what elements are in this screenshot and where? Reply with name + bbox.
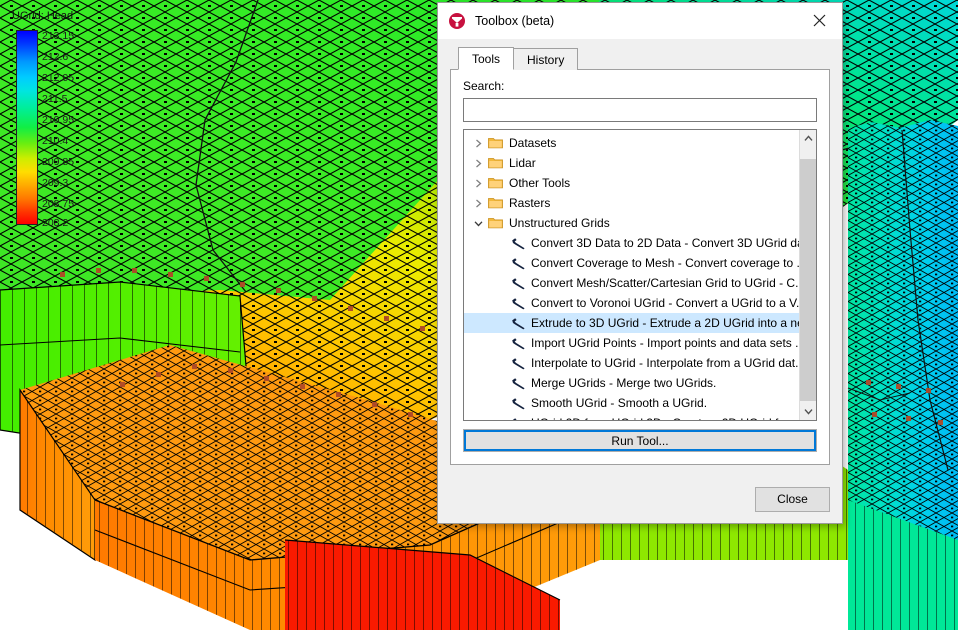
tab-tools[interactable]: Tools [458, 47, 514, 70]
tree-tool-convert-3d-data-to-2d-data[interactable]: Convert 3D Data to 2D Data - Convert 3D … [464, 233, 799, 253]
search-input[interactable] [463, 98, 817, 122]
scrollbar-thumb[interactable] [800, 159, 816, 401]
tree-item-label: Lidar [509, 156, 536, 170]
tree-folder-lidar[interactable]: Lidar [464, 153, 799, 173]
tree-tool-import-ugrid-points[interactable]: Import UGrid Points - Import points and … [464, 333, 799, 353]
run-tool-label: Run Tool... [611, 434, 668, 448]
folder-icon [486, 195, 504, 211]
chevron-right-icon[interactable] [470, 155, 486, 171]
tree-tool-extrude-to-3d-ugrid[interactable]: Extrude to 3D UGrid - Extrude a 2D UGrid… [464, 313, 799, 333]
tools-tab-panel: Search: Datasets [450, 69, 830, 465]
tab-label: History [527, 53, 564, 67]
wrench-icon [509, 335, 527, 351]
tree-item-label: Extrude to 3D UGrid - Extrude a 2D UGrid… [531, 316, 799, 330]
tab-history[interactable]: History [513, 48, 578, 70]
tree-folder-other-tools[interactable]: Other Tools [464, 173, 799, 193]
dialog-body: Tools History Search: [438, 39, 842, 475]
tree-item-label: Convert 3D Data to 2D Data - Convert 3D … [531, 236, 799, 250]
wrench-icon [509, 235, 527, 251]
tree-item-label: Rasters [509, 196, 550, 210]
tree-item-label: UGrid 2D from UGrid 3D - Create a 2D UGr… [531, 416, 799, 420]
tree-tool-smooth-ugrid[interactable]: Smooth UGrid - Smooth a UGrid. [464, 393, 799, 413]
tree-folder-datasets[interactable]: Datasets [464, 133, 799, 153]
toolbox-app-icon [448, 12, 466, 30]
wrench-icon [509, 375, 527, 391]
tree-vertical-scrollbar[interactable] [799, 130, 816, 420]
folder-icon [486, 155, 504, 171]
wrench-icon [509, 275, 527, 291]
search-label: Search: [463, 79, 817, 93]
scroll-up-button[interactable] [800, 130, 816, 147]
run-tool-button[interactable]: Run Tool... [463, 429, 817, 452]
tree-item-label: Import UGrid Points - Import points and … [531, 336, 799, 350]
folder-icon [486, 175, 504, 191]
chevron-right-icon[interactable] [470, 175, 486, 191]
tree-item-label: Convert Coverage to Mesh - Convert cover… [531, 256, 799, 270]
wrench-icon [509, 355, 527, 371]
tree-item-label: Convert to Voronoi UGrid - Convert a UGr… [531, 296, 799, 310]
chevron-right-icon[interactable] [470, 135, 486, 151]
tree-tool-interpolate-to-ugrid[interactable]: Interpolate to UGrid - Interpolate from … [464, 353, 799, 373]
tools-tree[interactable]: Datasets Lidar [464, 130, 799, 420]
close-icon-button[interactable] [798, 6, 840, 36]
scroll-down-button[interactable] [800, 403, 816, 420]
tree-item-label: Interpolate to UGrid - Interpolate from … [531, 356, 799, 370]
dialog-title: Toolbox (beta) [475, 14, 798, 28]
close-button[interactable]: Close [755, 487, 830, 512]
tree-item-label: Convert Mesh/Scatter/Cartesian Grid to U… [531, 276, 799, 290]
tree-tool-ugrid-2d-from-ugrid-3d[interactable]: UGrid 2D from UGrid 3D - Create a 2D UGr… [464, 413, 799, 420]
tree-item-label: Smooth UGrid - Smooth a UGrid. [531, 396, 707, 410]
tree-tool-merge-ugrids[interactable]: Merge UGrids - Merge two UGrids. [464, 373, 799, 393]
wrench-icon [509, 415, 527, 420]
ugrid-right-block [848, 120, 958, 630]
wrench-icon [509, 255, 527, 271]
tree-tool-convert-coverage-to-mesh[interactable]: Convert Coverage to Mesh - Convert cover… [464, 253, 799, 273]
tree-tool-convert-mesh-scatter-cartesian-grid-to-ugrid[interactable]: Convert Mesh/Scatter/Cartesian Grid to U… [464, 273, 799, 293]
tools-tree-container: Datasets Lidar [463, 129, 817, 421]
folder-icon [486, 135, 504, 151]
chevron-down-icon[interactable] [470, 215, 486, 231]
tree-tool-convert-to-voronoi-ugrid[interactable]: Convert to Voronoi UGrid - Convert a UGr… [464, 293, 799, 313]
dialog-footer: Close [438, 475, 842, 523]
tree-folder-rasters[interactable]: Rasters [464, 193, 799, 213]
app-window: UGrid: Head 213.15 212.6 212.05 211.5 21… [0, 0, 958, 630]
wrench-icon [509, 395, 527, 411]
tabstrip: Tools History [458, 47, 830, 70]
folder-open-icon [486, 215, 504, 231]
tree-item-label: Merge UGrids - Merge two UGrids. [531, 376, 716, 390]
tree-item-label: Unstructured Grids [509, 216, 610, 230]
chevron-right-icon[interactable] [470, 195, 486, 211]
wrench-icon [509, 295, 527, 311]
tree-item-label: Datasets [509, 136, 556, 150]
close-icon [813, 14, 826, 27]
toolbox-dialog: Toolbox (beta) Tools History Search: [437, 2, 843, 524]
tree-folder-unstructured-grids[interactable]: Unstructured Grids [464, 213, 799, 233]
dialog-titlebar[interactable]: Toolbox (beta) [438, 3, 842, 39]
scrollbar-track[interactable] [800, 147, 816, 403]
tab-label: Tools [472, 52, 500, 66]
wrench-icon [509, 315, 527, 331]
tree-item-label: Other Tools [509, 176, 570, 190]
